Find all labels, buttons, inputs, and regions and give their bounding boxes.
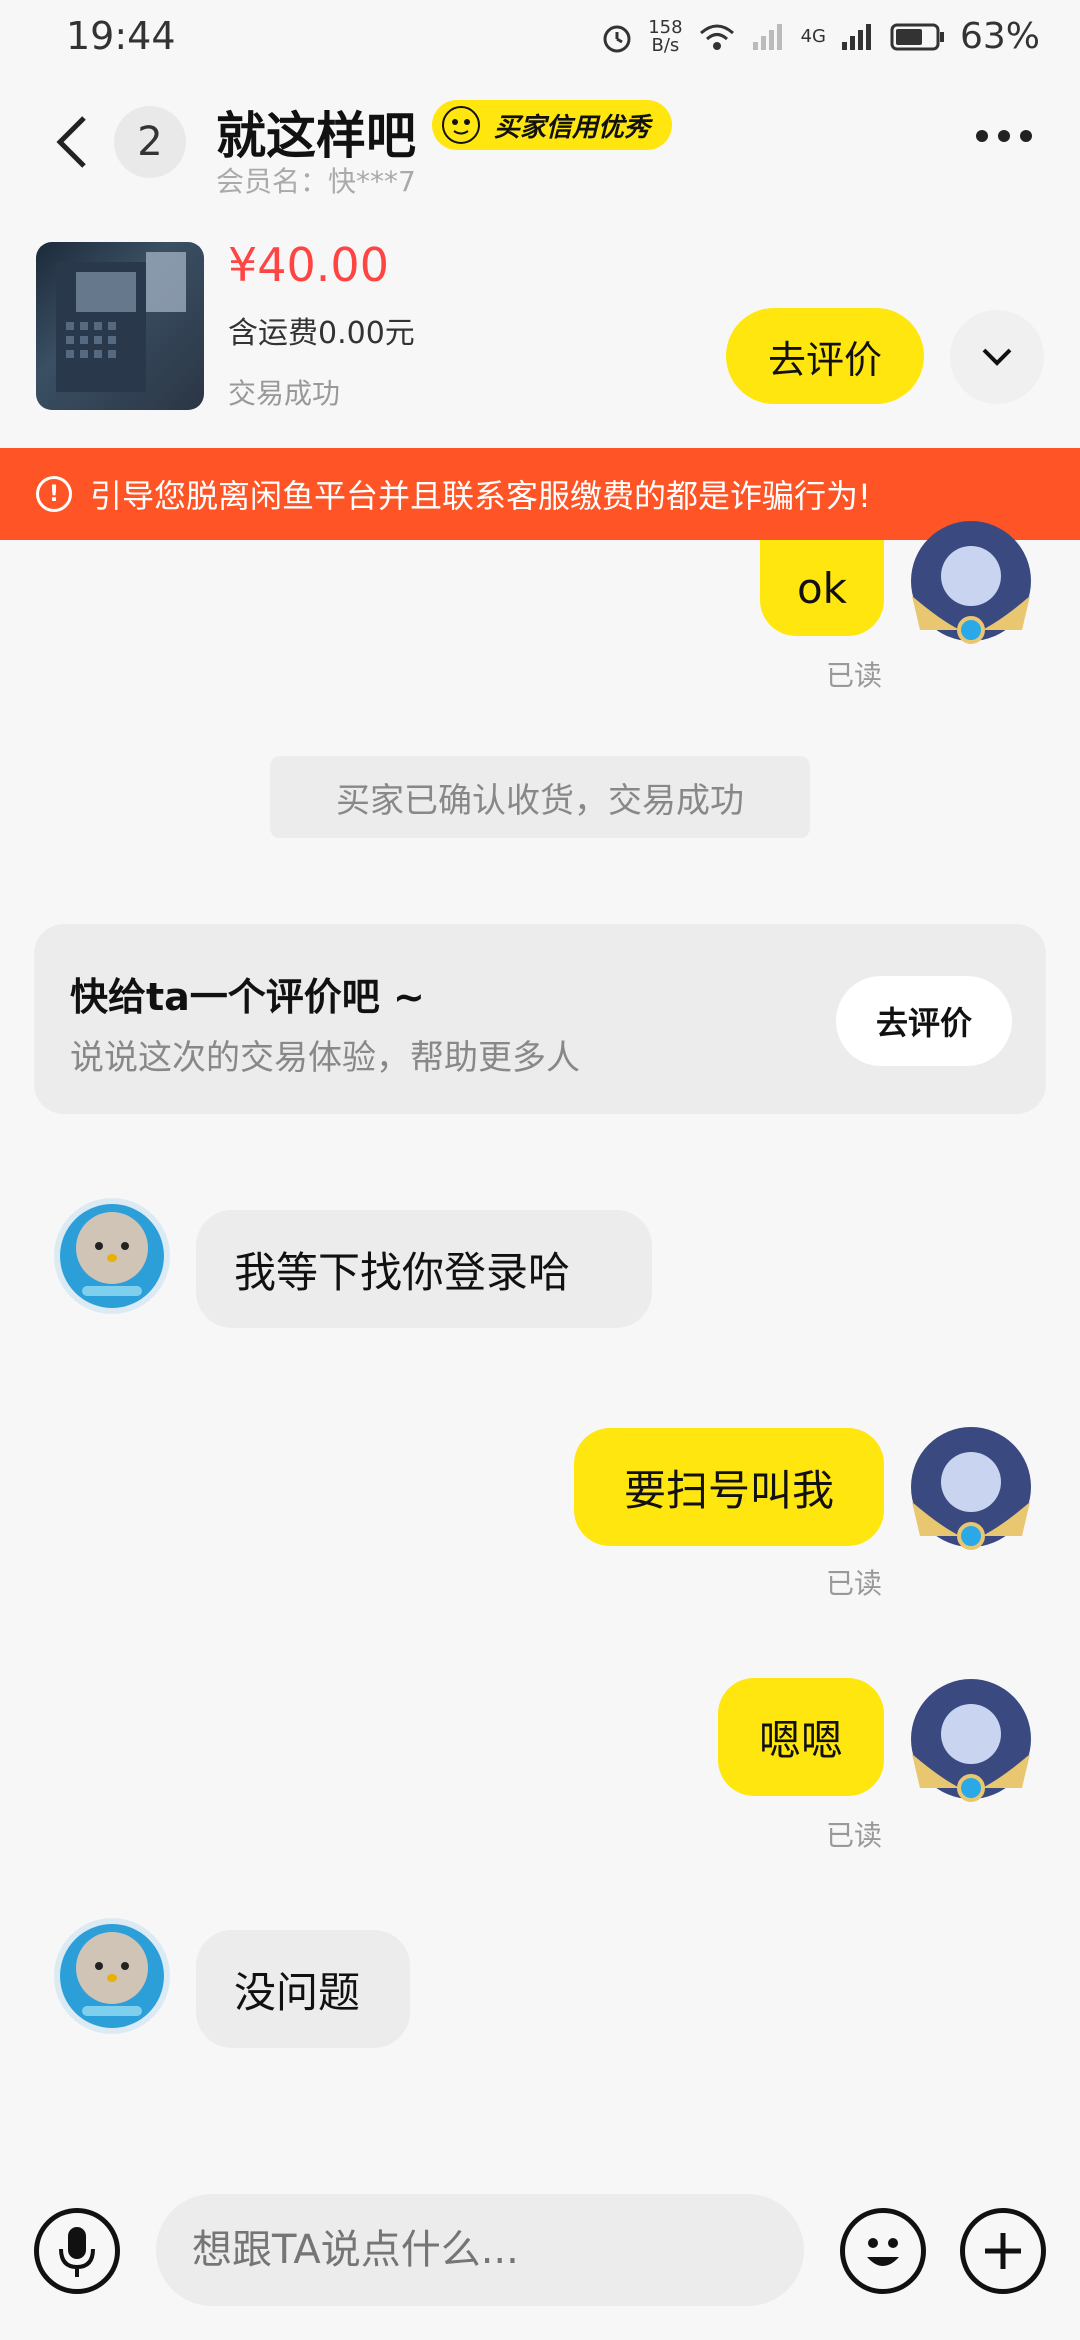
emoji-icon	[867, 2238, 899, 2266]
more-icon[interactable]	[976, 130, 1032, 142]
review-card-title: 快给ta一个评价吧 ~	[70, 975, 425, 1019]
trade-status: 交易成功	[228, 377, 341, 410]
signal-icon	[752, 23, 782, 50]
item-shipping: 含运费0.00元	[228, 316, 415, 351]
item-price: ¥40.00	[228, 238, 389, 292]
microphone-icon	[59, 2227, 95, 2277]
alarm-icon	[603, 25, 631, 52]
more-actions-button[interactable]	[960, 2208, 1046, 2294]
credit-badge[interactable]: 买家信用优秀	[432, 100, 673, 150]
signal-icon-2	[841, 23, 871, 50]
my-avatar[interactable]	[900, 1416, 1042, 1558]
message-input[interactable]	[156, 2194, 804, 2306]
review-card-subtitle: 说说这次的交易体验，帮助更多人	[70, 1038, 580, 1078]
chevron-down-icon	[982, 348, 1012, 366]
review-card-button[interactable]: 去评价	[836, 976, 1012, 1066]
message-bubble-incoming[interactable]: 没问题	[196, 1930, 410, 2048]
net-speed: 158 B/s	[648, 16, 683, 56]
my-avatar[interactable]	[900, 1668, 1042, 1810]
expand-button[interactable]	[950, 310, 1044, 404]
message-bubble-outgoing[interactable]: 要扫号叫我	[574, 1428, 884, 1546]
seller-avatar[interactable]	[52, 1196, 172, 1316]
unread-count-badge: 2	[114, 106, 186, 178]
message-bubble-incoming[interactable]: 我等下找你登录哈	[196, 1210, 652, 1328]
plus-icon	[985, 2233, 1021, 2269]
voice-input-button[interactable]	[34, 2208, 120, 2294]
warning-text: 引导您脱离闲鱼平台并且联系客服缴费的都是诈骗行为!	[90, 477, 871, 515]
network-type: 4G	[800, 26, 826, 47]
member-name: 会员名：快***7	[216, 165, 416, 198]
warning-icon: !	[36, 476, 72, 512]
my-avatar[interactable]	[900, 510, 1042, 652]
chat-title[interactable]: 就这样吧	[216, 96, 416, 168]
emoji-button[interactable]	[840, 2208, 926, 2294]
credit-badge-label: 买家信用优秀	[494, 112, 651, 143]
battery-level: 63%	[959, 16, 1040, 57]
system-message: 买家已确认收货，交易成功	[270, 756, 810, 838]
status-icons: 158 B/s 4G 63%	[600, 16, 1040, 57]
back-icon[interactable]	[52, 112, 92, 172]
rate-button[interactable]: 去评价	[726, 308, 924, 404]
message-bubble-outgoing[interactable]: ok	[760, 540, 884, 636]
fish-mascot-icon	[440, 104, 482, 146]
read-receipt: 已读	[826, 659, 883, 692]
seller-avatar[interactable]	[52, 1916, 172, 2036]
item-thumbnail[interactable]	[36, 242, 204, 410]
read-receipt: 已读	[826, 1819, 883, 1852]
read-receipt: 已读	[826, 1567, 883, 1600]
message-bubble-outgoing[interactable]: 嗯嗯	[718, 1678, 884, 1796]
status-time: 19:44	[66, 14, 176, 58]
wifi-icon	[699, 24, 734, 50]
battery-icon	[890, 23, 944, 50]
